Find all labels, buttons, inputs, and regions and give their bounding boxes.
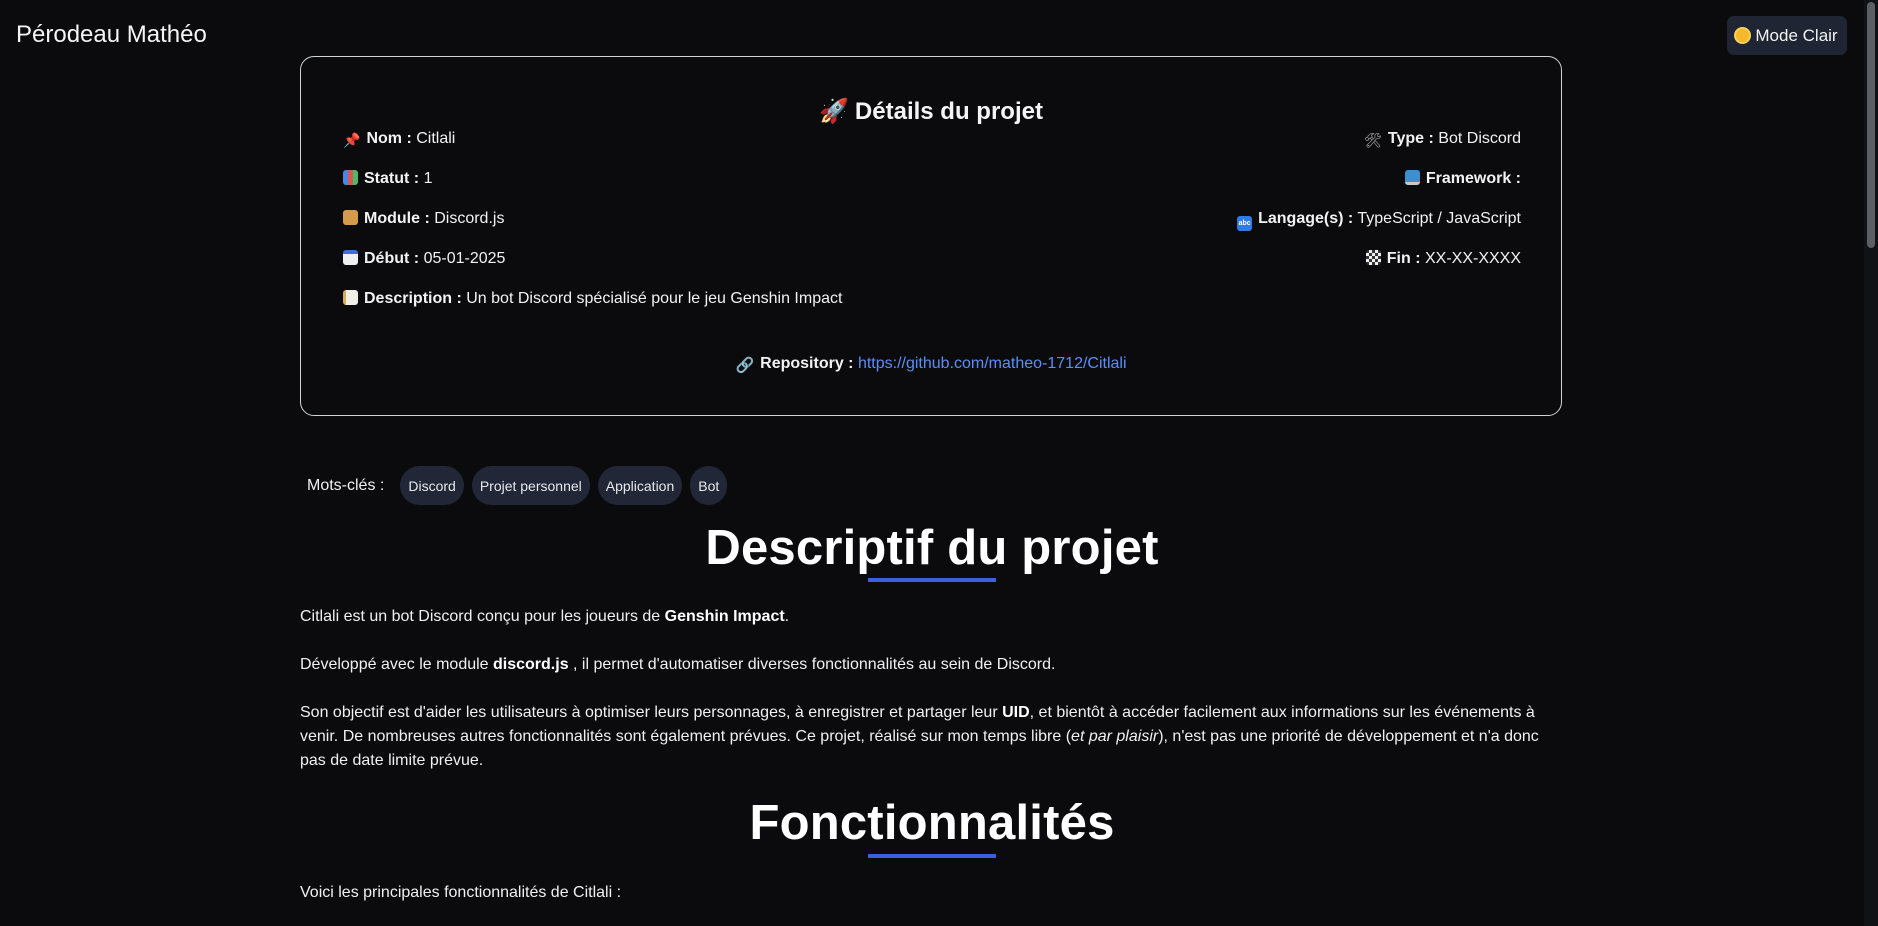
detail-type-value: Bot Discord bbox=[1438, 130, 1521, 147]
description-heading-underline bbox=[868, 578, 996, 582]
detail-status-label: Statut : bbox=[364, 170, 420, 187]
detail-languages-label: Langage(s) : bbox=[1258, 210, 1354, 227]
detail-end-label: Fin : bbox=[1386, 250, 1421, 267]
detail-languages: abc Langage(s) : TypeScript / JavaScript bbox=[1237, 209, 1521, 231]
detail-start-label: Début : bbox=[364, 250, 420, 267]
card-title-text: Détails du projet bbox=[854, 98, 1043, 125]
theme-toggle-button[interactable]: Mode Clair bbox=[1727, 16, 1847, 55]
detail-module-label: Module : bbox=[364, 210, 430, 227]
detail-module-value: Discord.js bbox=[434, 210, 505, 227]
detail-status: Statut : 1 bbox=[343, 169, 432, 189]
detail-name: 📌 Nom : Citlali bbox=[343, 129, 455, 149]
detail-module: Module : Discord.js bbox=[343, 209, 504, 229]
description-paragraph-2: Développé avec le module discord.js , il… bbox=[300, 656, 1056, 673]
keywords-label: Mots-clés : bbox=[307, 476, 385, 494]
detail-start-value: 05-01-2025 bbox=[423, 250, 506, 267]
detail-description-label: Description : bbox=[364, 290, 462, 307]
detail-end-value: XX-XX-XXXX bbox=[1424, 250, 1521, 267]
link-icon: 🔗 bbox=[735, 357, 755, 374]
laptop-icon bbox=[1404, 170, 1420, 185]
detail-type: 🛠 Type : Bot Discord bbox=[1364, 129, 1521, 149]
detail-status-value: 1 bbox=[423, 170, 433, 187]
calendar-icon bbox=[343, 250, 358, 265]
site-name[interactable]: Pérodeau Mathéo bbox=[16, 21, 207, 49]
detail-repository: 🔗 Repository : https://github.com/matheo-… bbox=[301, 355, 1561, 374]
features-heading-underline bbox=[868, 854, 996, 858]
features-intro: Voici les principales fonctionnalités de… bbox=[300, 884, 622, 901]
detail-framework: Framework : bbox=[1404, 169, 1521, 189]
detail-name-label: Nom : bbox=[366, 130, 412, 147]
memo-icon bbox=[343, 290, 358, 305]
checkered-flag-icon bbox=[1365, 250, 1381, 265]
scrollbar[interactable] bbox=[1864, 0, 1878, 926]
detail-framework-label: Framework : bbox=[1425, 170, 1521, 187]
package-icon bbox=[343, 210, 358, 225]
tools-icon: 🛠 bbox=[1364, 132, 1382, 148]
repository-link[interactable]: https://github.com/matheo-1712/Citlali bbox=[858, 355, 1127, 372]
pin-icon: 📌 bbox=[343, 132, 361, 148]
chart-icon bbox=[343, 170, 358, 185]
detail-type-label: Type : bbox=[1387, 130, 1434, 147]
scrollbar-thumb[interactable] bbox=[1867, 2, 1875, 248]
rocket-icon: 🚀 bbox=[819, 98, 849, 125]
project-details-card: 🚀 Détails du projet 📌 Nom : Citlali Statut… bbox=[300, 56, 1562, 416]
description-paragraph-1: Citlali est un bot Discord conçu pour le… bbox=[300, 608, 790, 625]
tag-application[interactable]: Application bbox=[597, 466, 683, 505]
description-heading: Descriptif du projet bbox=[705, 521, 1159, 575]
theme-toggle-label: Mode Clair bbox=[1755, 25, 1838, 45]
tag-projet-personnel[interactable]: Projet personnel bbox=[471, 466, 590, 505]
sun-icon bbox=[1736, 29, 1750, 42]
detail-start: Début : 05-01-2025 bbox=[343, 249, 505, 269]
card-title: 🚀 Détails du projet bbox=[301, 97, 1561, 126]
keywords-bar: Mots-clés : Discord Projet personnel App… bbox=[307, 466, 728, 505]
detail-languages-value: TypeScript / JavaScript bbox=[1357, 210, 1521, 227]
features-heading: Fonctionnalités bbox=[749, 796, 1115, 850]
tag-bot[interactable]: Bot bbox=[690, 466, 728, 505]
detail-description: Description : Un bot Discord spécialisé … bbox=[343, 289, 842, 309]
detail-end: Fin : XX-XX-XXXX bbox=[1365, 249, 1521, 269]
detail-name-value: Citlali bbox=[416, 130, 456, 147]
detail-description-value: Un bot Discord spécialisé pour le jeu Ge… bbox=[466, 290, 843, 307]
tag-discord[interactable]: Discord bbox=[400, 466, 464, 505]
detail-repository-label: Repository : bbox=[760, 355, 854, 372]
abc-icon: abc bbox=[1237, 216, 1253, 231]
description-paragraph-3: Son objectif est d'aider les utilisateur… bbox=[300, 704, 1539, 769]
